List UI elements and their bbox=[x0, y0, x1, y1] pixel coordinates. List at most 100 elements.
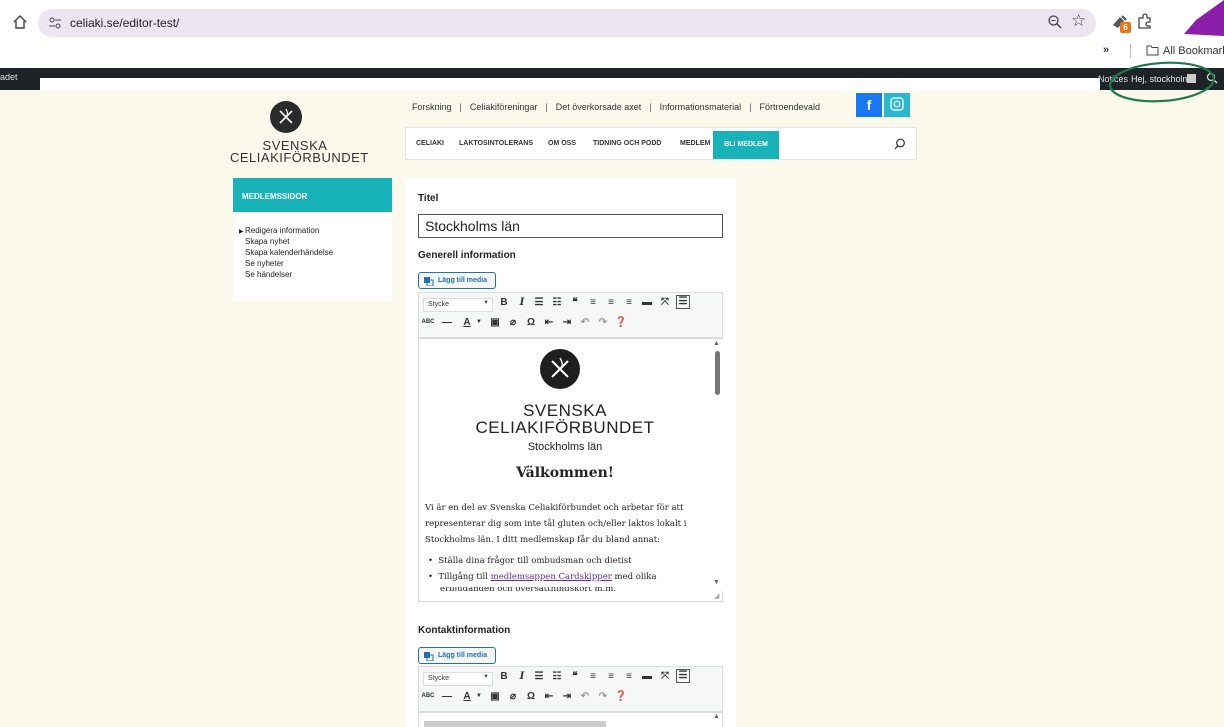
sidebar-item-skapa-kalender[interactable]: Skapa kalenderhändelse bbox=[245, 248, 333, 257]
nav-celiaki[interactable]: CELIAKI bbox=[416, 140, 444, 147]
bullet-list-icon[interactable]: ☰ bbox=[532, 297, 546, 308]
align-left-icon[interactable]: ≡ bbox=[586, 671, 600, 682]
admin-bar-site-link[interactable]: adet bbox=[0, 72, 18, 82]
nav-tidning-och-podd[interactable]: TIDNING OCH PODD bbox=[593, 140, 661, 147]
undo-icon[interactable]: ↶ bbox=[578, 317, 592, 328]
align-right-icon[interactable]: ≡ bbox=[622, 297, 636, 308]
outdent-icon[interactable]: ⇤ bbox=[542, 691, 556, 702]
chevron-down-icon[interactable]: ▼ bbox=[472, 693, 486, 699]
list-item-text: Tillgång till bbox=[438, 572, 491, 582]
numbered-list-icon[interactable]: ☷ bbox=[550, 671, 564, 682]
indent-icon[interactable]: ⇥ bbox=[560, 691, 574, 702]
blockquote-icon[interactable]: ❝ bbox=[568, 297, 582, 308]
all-bookmarks-label[interactable]: All Bookmark bbox=[1163, 45, 1224, 57]
active-item-marker: ▶ bbox=[239, 229, 244, 235]
bold-icon[interactable]: B bbox=[497, 297, 511, 308]
scroll-up-icon[interactable]: ▲ bbox=[713, 713, 720, 720]
bold-icon[interactable]: B bbox=[497, 671, 511, 682]
toolbar-toggle-icon[interactable]: ☰ bbox=[676, 295, 690, 309]
top-nav-forskning[interactable]: Forskning bbox=[412, 102, 452, 112]
numbered-list-icon[interactable]: ☷ bbox=[550, 297, 564, 308]
add-media-button[interactable]: Lägg till media bbox=[418, 272, 496, 289]
resize-handle-icon[interactable]: ◢ bbox=[714, 592, 719, 600]
sidebar-item-se-handelser[interactable]: Se händelser bbox=[245, 270, 292, 279]
logo-icon[interactable] bbox=[270, 101, 302, 133]
instagram-icon[interactable] bbox=[884, 93, 910, 117]
scroll-thumb[interactable] bbox=[715, 351, 720, 395]
bookmark-star-icon[interactable]: ☆ bbox=[1071, 11, 1086, 31]
scroll-up-icon[interactable]: ▲ bbox=[713, 340, 720, 347]
sidebar-item-skapa-nyhet[interactable]: Skapa nyhet bbox=[245, 237, 289, 246]
bookmarks-bar bbox=[0, 38, 1224, 68]
nav-laktosintolerans[interactable]: LAKTOSINTOLERANS bbox=[459, 140, 533, 147]
horizontal-line-icon[interactable]: — bbox=[440, 691, 454, 702]
add-media-label: Lägg till media bbox=[438, 277, 488, 284]
undo-icon[interactable]: ↶ bbox=[578, 691, 592, 702]
toolbar-toggle-icon[interactable]: ☰ bbox=[676, 669, 690, 683]
special-char-icon[interactable]: Ω bbox=[524, 317, 538, 328]
sidebar-item-se-nyheter[interactable]: Se nyheter bbox=[245, 259, 284, 268]
top-nav: Forskning | Celiakiföreningar | Det överkors… bbox=[412, 102, 820, 112]
fullscreen-icon[interactable]: ⤧ bbox=[658, 297, 672, 308]
help-icon[interactable]: ❓ bbox=[614, 691, 628, 702]
blockquote-icon[interactable]: ❝ bbox=[568, 671, 582, 682]
sidebar-item-redigera[interactable]: Redigera information bbox=[245, 226, 319, 235]
editor-logo-line2: CELIAKIFÖRBUNDET bbox=[475, 418, 655, 437]
extension-badge: 6 bbox=[1120, 22, 1131, 33]
paste-text-icon[interactable]: ▣ bbox=[488, 691, 502, 702]
title-input[interactable]: Stockholms län bbox=[418, 214, 723, 238]
chevron-down-icon: ▼ bbox=[483, 300, 489, 306]
top-nav-axet[interactable]: Det överkorsade axet bbox=[556, 102, 642, 112]
paste-text-icon[interactable]: ▣ bbox=[488, 317, 502, 328]
list-item: • Ställa dina frågor till ombudsman och … bbox=[428, 556, 632, 566]
top-nav-separator: | bbox=[459, 102, 462, 112]
top-nav-separator: | bbox=[649, 102, 652, 112]
bookmarks-overflow[interactable]: » bbox=[1103, 44, 1109, 56]
puzzle-icon[interactable] bbox=[1136, 12, 1154, 30]
chevron-down-icon: ▼ bbox=[483, 674, 489, 680]
bullet-list-icon[interactable]: ☰ bbox=[532, 671, 546, 682]
annotation-ellipse bbox=[1109, 61, 1215, 103]
strikethrough-icon[interactable]: ABC bbox=[421, 693, 435, 699]
link-icon[interactable]: ▬ bbox=[640, 297, 654, 308]
top-nav-separator: | bbox=[749, 102, 752, 112]
align-center-icon[interactable]: ≡ bbox=[604, 297, 618, 308]
indent-icon[interactable]: ⇥ bbox=[560, 317, 574, 328]
strikethrough-icon[interactable]: ABC bbox=[421, 319, 435, 325]
cardskipper-link[interactable]: medlemsappen Cardskipper bbox=[491, 572, 612, 582]
link-icon[interactable]: ▬ bbox=[640, 671, 654, 682]
zoom-icon[interactable] bbox=[1047, 14, 1063, 30]
top-nav-celiakiforeningar[interactable]: Celiakiföreningar bbox=[470, 102, 538, 112]
facebook-icon[interactable]: f bbox=[856, 93, 882, 117]
home-icon[interactable] bbox=[12, 14, 28, 30]
italic-icon[interactable]: I bbox=[515, 671, 529, 682]
nav-bli-medlem[interactable]: BLI MEDLEM bbox=[713, 131, 779, 159]
nav-medlem[interactable]: MEDLEM bbox=[680, 140, 710, 147]
align-right-icon[interactable]: ≡ bbox=[622, 671, 636, 682]
outdent-icon[interactable]: ⇤ bbox=[542, 317, 556, 328]
add-media-label: Lägg till media bbox=[438, 652, 488, 659]
redo-icon[interactable]: ↷ bbox=[596, 317, 610, 328]
top-nav-fortroendevald[interactable]: Förtroendevald bbox=[760, 102, 821, 112]
url-text[interactable]: celiaki.se/editor-test/ bbox=[70, 16, 179, 30]
help-icon[interactable]: ❓ bbox=[614, 317, 628, 328]
scroll-down-icon[interactable]: ▼ bbox=[713, 579, 720, 586]
site-info-icon[interactable] bbox=[48, 16, 62, 30]
clear-format-icon[interactable]: ⌀ bbox=[506, 317, 520, 328]
add-media-button[interactable]: Lägg till media bbox=[418, 647, 496, 664]
horizontal-line-icon[interactable]: — bbox=[440, 317, 454, 328]
special-char-icon[interactable]: Ω bbox=[524, 691, 538, 702]
chevron-down-icon[interactable]: ▼ bbox=[472, 319, 486, 325]
fullscreen-icon[interactable]: ⤧ bbox=[658, 671, 672, 682]
clear-format-icon[interactable]: ⌀ bbox=[506, 691, 520, 702]
redo-icon[interactable]: ↷ bbox=[596, 691, 610, 702]
folder-icon[interactable] bbox=[1146, 45, 1159, 56]
address-bar[interactable] bbox=[38, 9, 1096, 37]
search-icon[interactable] bbox=[894, 138, 906, 150]
nav-om-oss[interactable]: OM OSS bbox=[548, 140, 576, 147]
top-nav-informationsmaterial[interactable]: Informationsmaterial bbox=[660, 102, 742, 112]
align-center-icon[interactable]: ≡ bbox=[604, 671, 618, 682]
align-left-icon[interactable]: ≡ bbox=[586, 297, 600, 308]
logo-icon bbox=[540, 349, 580, 389]
italic-icon[interactable]: I bbox=[515, 297, 529, 308]
